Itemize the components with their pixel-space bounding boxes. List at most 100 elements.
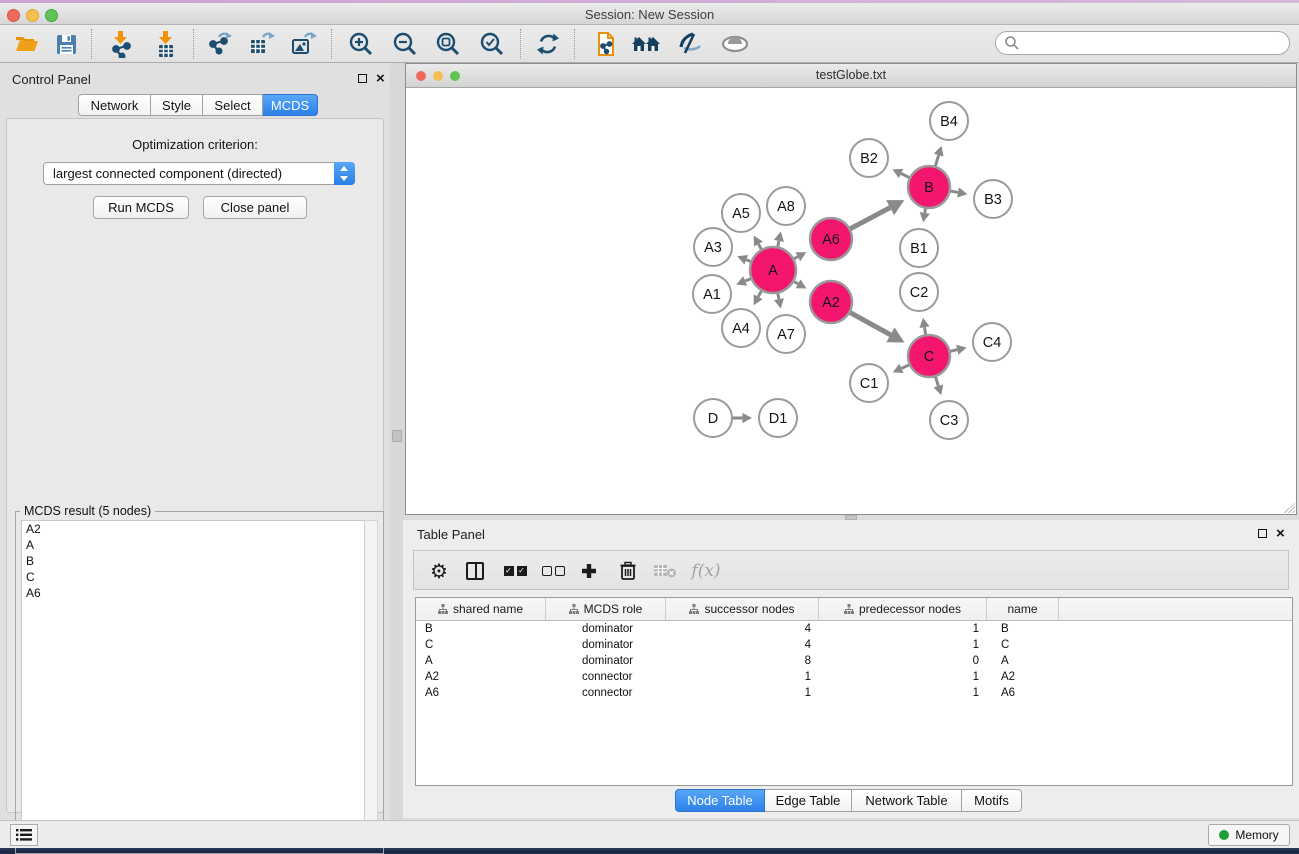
zoom-in-button[interactable]	[345, 29, 377, 59]
graph-node[interactable]: B4	[930, 102, 968, 140]
graph-node[interactable]: C2	[900, 273, 938, 311]
hide-graphics-details-button[interactable]	[674, 29, 706, 59]
close-table-panel-icon[interactable]: ×	[1276, 529, 1285, 538]
graph-edge[interactable]	[848, 200, 904, 230]
select-all-button[interactable]: ✓✓	[500, 556, 530, 586]
run-mcds-button[interactable]: Run MCDS	[93, 196, 189, 219]
network-canvas[interactable]: A A6 A2 B C A1 A3 A4 A5 A7 A8 B1 B2 B3 B4 C1 C2 C3 C4 D D1	[407, 89, 1297, 514]
result-list-item[interactable]: A	[22, 537, 364, 553]
graph-node-label: C	[924, 349, 934, 365]
table-panel-title: Table Panel	[417, 527, 485, 542]
graph-node[interactable]: A4	[722, 309, 760, 347]
result-list-item[interactable]: C	[22, 569, 364, 585]
table-row[interactable]: Adominator80A	[416, 653, 1292, 669]
search-field[interactable]	[995, 31, 1290, 55]
refresh-button[interactable]	[532, 29, 564, 59]
criterion-select[interactable]: largest connected component (directed)	[43, 162, 355, 185]
zoom-fit-button[interactable]	[432, 29, 464, 59]
column-header[interactable]: predecessor nodes	[819, 598, 987, 620]
show-graphics-details-button[interactable]	[719, 29, 751, 59]
graph-edge[interactable]	[848, 311, 905, 342]
graph-node[interactable]: D1	[759, 399, 797, 437]
graph-node[interactable]: B1	[900, 229, 938, 267]
import-network-button[interactable]	[105, 29, 137, 59]
graph-node[interactable]: B	[908, 166, 950, 208]
show-columns-button[interactable]	[460, 556, 490, 586]
graph-node[interactable]: A5	[722, 194, 760, 232]
close-panel-icon[interactable]: ×	[376, 74, 385, 83]
table-row[interactable]: A6connector11A6	[416, 685, 1292, 701]
tab-node-table[interactable]: Node Table	[675, 789, 765, 812]
graph-node-label: A3	[704, 240, 722, 256]
task-history-button[interactable]	[10, 824, 38, 846]
import-table-button[interactable]	[150, 29, 182, 59]
zoom-selected-button[interactable]	[476, 29, 508, 59]
result-list-item[interactable]: A6	[22, 585, 364, 601]
fx-icon: f(x)	[691, 561, 720, 581]
column-header[interactable]: name	[987, 598, 1059, 620]
memory-button[interactable]: Memory	[1208, 824, 1290, 846]
open-session-button[interactable]	[11, 29, 43, 59]
float-panel-icon[interactable]	[358, 71, 367, 86]
table-row[interactable]: Cdominator41C	[416, 637, 1292, 653]
graph-node[interactable]: A8	[767, 187, 805, 225]
column-header[interactable]: MCDS role	[546, 598, 666, 620]
column-type-icon	[438, 604, 448, 615]
export-table-button[interactable]	[245, 29, 277, 59]
graph-node[interactable]: B2	[850, 139, 888, 177]
graph-node[interactable]: A1	[693, 275, 731, 313]
table-mode-button[interactable]: ⚙	[424, 556, 454, 586]
clone-network-button[interactable]	[591, 29, 623, 59]
result-list-item[interactable]: A2	[22, 521, 364, 537]
houses-button[interactable]	[631, 29, 663, 59]
table-row[interactable]: A2connector11A2	[416, 669, 1292, 685]
graph-node-label: D1	[769, 411, 788, 427]
network-window-titlebar[interactable]: testGlobe.txt	[406, 64, 1296, 88]
graph-node[interactable]: C	[908, 335, 950, 377]
zoom-out-button[interactable]	[389, 29, 421, 59]
tab-edge-table[interactable]: Edge Table	[765, 789, 852, 812]
column-header-label: name	[1007, 602, 1037, 616]
graph-edge[interactable]	[730, 413, 752, 423]
graph-node[interactable]: A2	[810, 281, 852, 323]
graph-edge[interactable]	[934, 146, 944, 169]
tab-motifs[interactable]: Motifs	[962, 789, 1022, 812]
result-list-scrollbar[interactable]	[364, 520, 378, 848]
graph-node[interactable]: C3	[930, 401, 968, 439]
export-network-button[interactable]	[203, 29, 235, 59]
tab-network[interactable]: Network	[78, 94, 151, 116]
graph-node[interactable]: C1	[850, 364, 888, 402]
result-list-item[interactable]: B	[22, 553, 364, 569]
graph-node[interactable]: A3	[694, 228, 732, 266]
delete-columns-button[interactable]	[613, 556, 643, 586]
tab-select[interactable]: Select	[203, 94, 263, 116]
graph-node-label: A2	[822, 295, 840, 311]
graph-node[interactable]: C4	[973, 323, 1011, 361]
search-icon	[1004, 35, 1020, 51]
save-session-button[interactable]	[50, 29, 82, 59]
graph-edge[interactable]	[892, 169, 911, 179]
float-table-panel-icon[interactable]	[1258, 526, 1267, 541]
tab-network-table[interactable]: Network Table	[852, 789, 962, 812]
search-input[interactable]	[1020, 36, 1289, 50]
export-image-button[interactable]	[287, 29, 319, 59]
graph-node[interactable]: A6	[810, 218, 852, 260]
tab-mcds[interactable]: MCDS	[263, 94, 318, 116]
close-panel-button[interactable]: Close panel	[203, 196, 307, 219]
window-resize-handle[interactable]	[1284, 502, 1295, 513]
column-header[interactable]: successor nodes	[666, 598, 819, 620]
graph-node[interactable]: B3	[974, 180, 1012, 218]
graph-node[interactable]: A	[750, 247, 796, 293]
select-stepper-icon	[334, 162, 355, 185]
hide-graphics-details-icon	[675, 31, 705, 57]
graph-node[interactable]: D	[694, 399, 732, 437]
function-builder-button[interactable]: f(x)	[686, 556, 726, 586]
delete-table-button[interactable]	[650, 556, 680, 586]
divider-grip[interactable]	[392, 430, 402, 442]
column-header[interactable]: shared name	[416, 598, 546, 620]
new-column-button[interactable]	[574, 556, 604, 586]
tab-style[interactable]: Style	[151, 94, 203, 116]
deselect-all-button[interactable]	[538, 556, 568, 586]
graph-node[interactable]: A7	[767, 315, 805, 353]
table-row[interactable]: Bdominator41B	[416, 621, 1292, 637]
